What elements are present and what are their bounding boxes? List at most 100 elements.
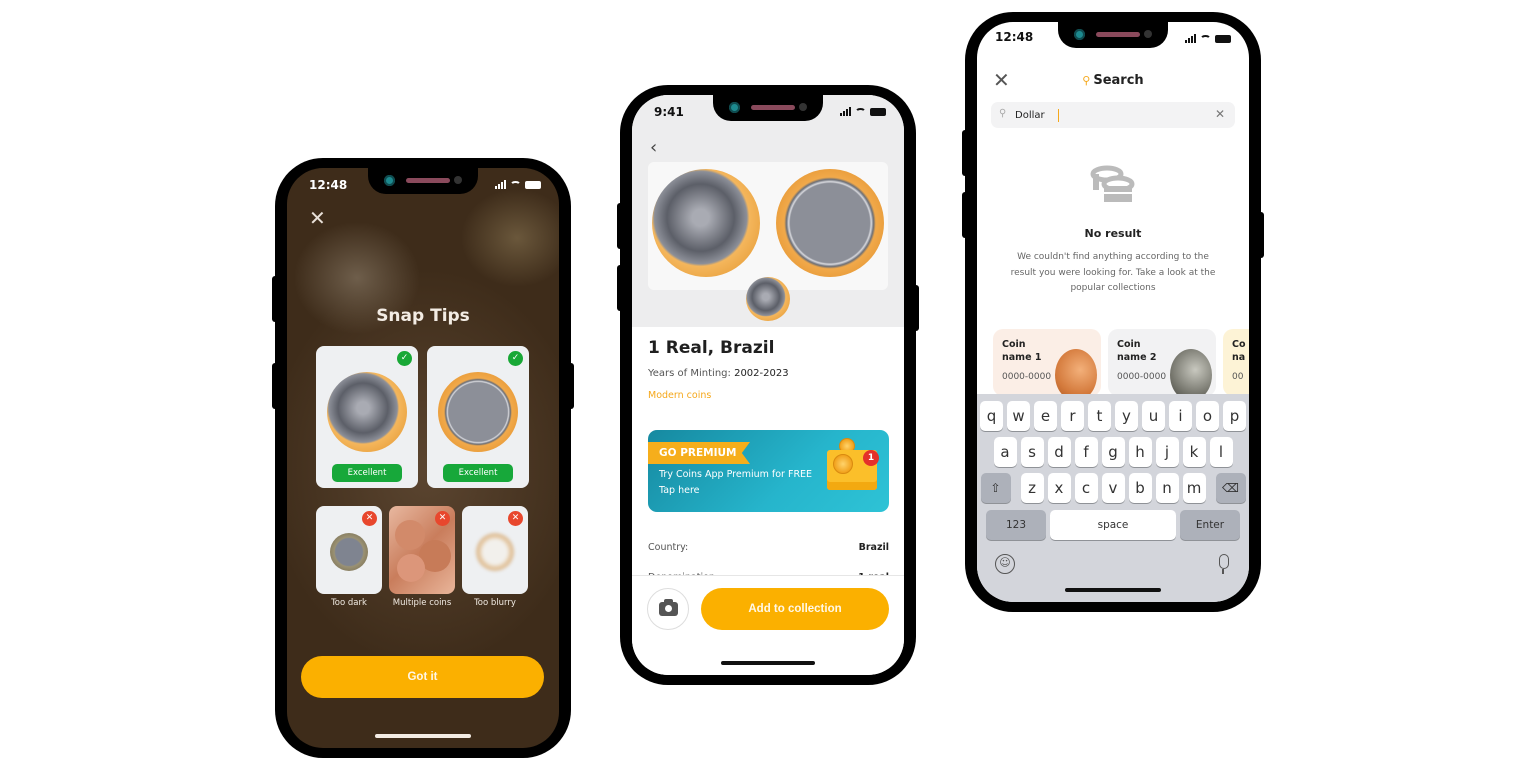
phone-side-button bbox=[962, 130, 970, 176]
tip-label: Too dark bbox=[331, 598, 367, 608]
numbers-key[interactable]: 123 bbox=[986, 510, 1046, 540]
detail-value: Brazil bbox=[858, 542, 889, 553]
key[interactable]: q bbox=[980, 401, 1003, 431]
key[interactable]: z bbox=[1020, 473, 1044, 503]
premium-banner[interactable]: GO PREMIUM Try Coins App Premium for FRE… bbox=[648, 430, 889, 512]
got-it-button[interactable]: Got it bbox=[301, 656, 544, 698]
phone-side-button bbox=[911, 285, 919, 331]
key[interactable]: u bbox=[1142, 401, 1165, 431]
home-indicator[interactable] bbox=[375, 734, 471, 738]
home-indicator[interactable] bbox=[1065, 588, 1161, 592]
wifi-icon bbox=[855, 108, 866, 116]
card-name: Co na bbox=[1232, 339, 1246, 363]
years-value: 2002-2023 bbox=[734, 368, 789, 379]
card-years: 00 bbox=[1232, 372, 1244, 382]
search-input[interactable] bbox=[1015, 106, 1205, 124]
tip-card-bad: ✕ bbox=[462, 506, 528, 594]
coin-reverse-image[interactable] bbox=[776, 169, 884, 277]
key[interactable]: j bbox=[1155, 437, 1179, 467]
phone-search: 12:48 ✕ ⚲Search ⚲ ✕ No result We couldn'… bbox=[962, 12, 1264, 612]
signal-icon bbox=[495, 180, 506, 189]
key[interactable]: y bbox=[1115, 401, 1138, 431]
search-screen: 12:48 ✕ ⚲Search ⚲ ✕ No result We couldn'… bbox=[977, 22, 1249, 602]
key[interactable]: f bbox=[1074, 437, 1098, 467]
key[interactable]: b bbox=[1128, 473, 1152, 503]
key[interactable]: i bbox=[1169, 401, 1192, 431]
coins-stack-icon bbox=[1090, 165, 1135, 202]
key[interactable]: a bbox=[993, 437, 1017, 467]
coin-image bbox=[327, 372, 407, 452]
enter-key[interactable]: Enter bbox=[1180, 510, 1240, 540]
camera-button[interactable] bbox=[647, 588, 689, 630]
key[interactable]: s bbox=[1020, 437, 1044, 467]
status-time: 12:48 bbox=[995, 30, 1034, 44]
key[interactable]: m bbox=[1182, 473, 1206, 503]
search-icon: ⚲ bbox=[1082, 74, 1091, 87]
coin-title: 1 Real, Brazil bbox=[648, 338, 775, 358]
emoji-icon[interactable]: ☺ bbox=[995, 554, 1015, 574]
phone-side-button bbox=[272, 363, 280, 409]
coin-obverse-image[interactable] bbox=[652, 169, 760, 277]
key[interactable]: l bbox=[1209, 437, 1233, 467]
coin-image bbox=[438, 372, 518, 452]
x-icon: ✕ bbox=[435, 511, 450, 526]
coin-detail-screen: 9:41 ‹ 1 Real, Brazil Years of Minting: … bbox=[632, 95, 904, 675]
text-caret bbox=[1058, 109, 1059, 122]
close-icon[interactable]: ✕ bbox=[309, 208, 326, 228]
key[interactable]: x bbox=[1047, 473, 1071, 503]
signal-icon bbox=[840, 107, 851, 116]
add-to-collection-button[interactable]: Add to collection bbox=[701, 588, 889, 630]
x-icon: ✕ bbox=[508, 511, 523, 526]
popular-collection-card[interactable]: Co na 00 bbox=[1223, 329, 1249, 396]
check-icon: ✓ bbox=[397, 351, 412, 366]
coin-image bbox=[397, 554, 425, 582]
phone-snap-tips: 12:48 ✕ Snap Tips ✓ Excellent ✓ Excellen… bbox=[272, 158, 574, 758]
clear-icon[interactable]: ✕ bbox=[1215, 107, 1225, 121]
backspace-key[interactable]: ⌫ bbox=[1215, 473, 1246, 503]
premium-text: Try Coins App Premium for FREE bbox=[659, 469, 813, 480]
tip-label: Too blurry bbox=[474, 598, 516, 608]
notch bbox=[713, 95, 823, 121]
premium-tap-text: Tap here bbox=[659, 485, 700, 496]
snap-tips-screen: 12:48 ✕ Snap Tips ✓ Excellent ✓ Excellen… bbox=[287, 168, 559, 748]
key[interactable]: d bbox=[1047, 437, 1071, 467]
keyboard: q w e r t y u i o p a s d f g h j k l ⇧ … bbox=[977, 394, 1249, 602]
key[interactable]: t bbox=[1088, 401, 1111, 431]
wifi-icon bbox=[1200, 35, 1211, 43]
popular-collection-card[interactable]: Coin name 1 0000-0000 bbox=[993, 329, 1101, 396]
tip-card-bad: ✕ bbox=[389, 506, 455, 594]
shift-key[interactable]: ⇧ bbox=[980, 473, 1011, 503]
category-link[interactable]: Modern coins bbox=[648, 390, 711, 401]
coin-image bbox=[476, 533, 514, 571]
key[interactable]: h bbox=[1128, 437, 1152, 467]
back-icon[interactable]: ‹ bbox=[650, 137, 657, 158]
phone-side-button bbox=[566, 363, 574, 409]
keyboard-row: 123 space Enter bbox=[977, 510, 1249, 540]
key[interactable]: o bbox=[1196, 401, 1219, 431]
phone-side-button bbox=[272, 276, 280, 322]
key[interactable]: v bbox=[1101, 473, 1125, 503]
popular-collection-card[interactable]: Coin name 2 0000-0000 bbox=[1108, 329, 1216, 396]
keyboard-row: ⇧ z x c v b n m ⌫ bbox=[977, 473, 1249, 503]
tip-card-bad: ✕ bbox=[316, 506, 382, 594]
space-key[interactable]: space bbox=[1050, 510, 1176, 540]
coin-image-panel bbox=[648, 162, 888, 290]
key[interactable]: e bbox=[1034, 401, 1057, 431]
key[interactable]: r bbox=[1061, 401, 1084, 431]
key[interactable]: g bbox=[1101, 437, 1125, 467]
microphone-icon[interactable] bbox=[1217, 554, 1229, 574]
search-bar[interactable]: ⚲ ✕ bbox=[991, 102, 1235, 128]
key[interactable]: k bbox=[1182, 437, 1206, 467]
key[interactable]: c bbox=[1074, 473, 1098, 503]
signal-icon bbox=[1185, 34, 1196, 43]
phone-side-button bbox=[1256, 212, 1264, 258]
coin-image bbox=[1170, 349, 1212, 396]
phone-side-button bbox=[617, 265, 625, 311]
card-name: Coin name 2 bbox=[1117, 339, 1157, 363]
key[interactable]: n bbox=[1155, 473, 1179, 503]
phone-side-button bbox=[617, 203, 625, 249]
coin-thumbnail[interactable] bbox=[746, 277, 790, 321]
key[interactable]: p bbox=[1223, 401, 1246, 431]
key[interactable]: w bbox=[1007, 401, 1030, 431]
home-indicator[interactable] bbox=[721, 661, 815, 665]
